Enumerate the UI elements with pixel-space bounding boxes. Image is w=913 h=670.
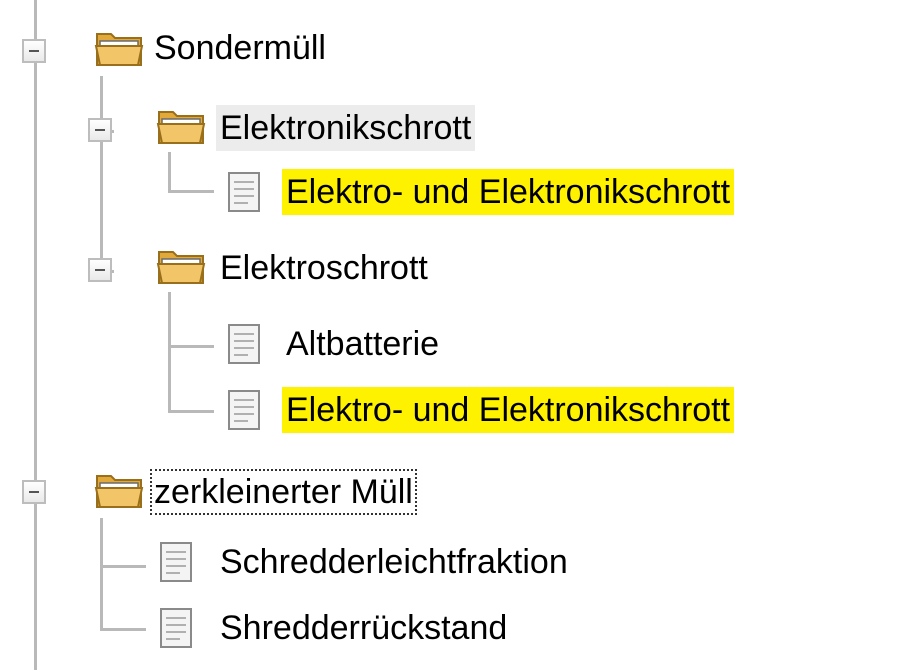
document-icon <box>228 390 260 430</box>
tree-node-elektro-und-elektronikschrott[interactable]: Elektro- und Elektronikschrott <box>282 168 735 216</box>
tree-view: Sondermüll Elektronikschrott Elektro- un… <box>0 0 913 670</box>
tree-node-label: Sondermüll <box>154 29 326 67</box>
tree-connector <box>168 152 171 192</box>
tree-node-label: Elektro- und Elektronikschrott <box>282 169 735 215</box>
document-icon <box>228 172 260 212</box>
tree-connector <box>100 565 146 568</box>
collapse-minus-icon[interactable] <box>88 118 112 142</box>
tree-node-label: Elektro- und Elektronikschrott <box>282 387 735 433</box>
tree-node-elektronikschrott[interactable]: Elektronikschrott <box>216 104 476 152</box>
tree-node-label: Elektroschrott <box>220 249 428 287</box>
tree-connector <box>168 292 171 412</box>
tree-connector <box>100 628 146 631</box>
folder-open-icon <box>94 33 144 66</box>
tree-node-sondermuell[interactable]: Sondermüll <box>150 24 330 72</box>
tree-node-label: Schredderleichtfraktion <box>220 543 568 581</box>
tree-connector <box>34 0 37 670</box>
tree-node-altbatterie[interactable]: Altbatterie <box>282 320 443 368</box>
collapse-minus-icon[interactable] <box>22 480 46 504</box>
tree-node-elektroschrott[interactable]: Elektroschrott <box>216 244 432 292</box>
folder-open-icon <box>94 475 144 508</box>
tree-connector <box>168 345 214 348</box>
tree-node-shredderrueckstand[interactable]: Shredderrückstand <box>216 604 511 652</box>
tree-connector <box>100 518 103 630</box>
tree-connector <box>168 190 214 193</box>
tree-node-label: Shredderrückstand <box>220 609 508 647</box>
tree-connector <box>168 410 214 413</box>
folder-open-icon <box>156 251 206 284</box>
collapse-minus-icon[interactable] <box>88 258 112 282</box>
document-icon <box>228 324 260 364</box>
collapse-minus-icon[interactable] <box>22 39 46 63</box>
tree-node-label: Elektronikschrott <box>216 105 476 151</box>
folder-open-icon <box>156 111 206 144</box>
tree-connector <box>100 76 103 272</box>
tree-node-label: zerkleinerter Müll <box>150 469 417 515</box>
tree-node-schredderleichtfraktion[interactable]: Schredderleichtfraktion <box>216 538 572 586</box>
tree-node-label: Altbatterie <box>286 325 440 363</box>
tree-node-elektro-und-elektronikschrott[interactable]: Elektro- und Elektronikschrott <box>282 386 735 434</box>
document-icon <box>160 608 192 648</box>
document-icon <box>160 542 192 582</box>
tree-node-zerkleinerter-muell[interactable]: zerkleinerter Müll <box>150 468 417 516</box>
